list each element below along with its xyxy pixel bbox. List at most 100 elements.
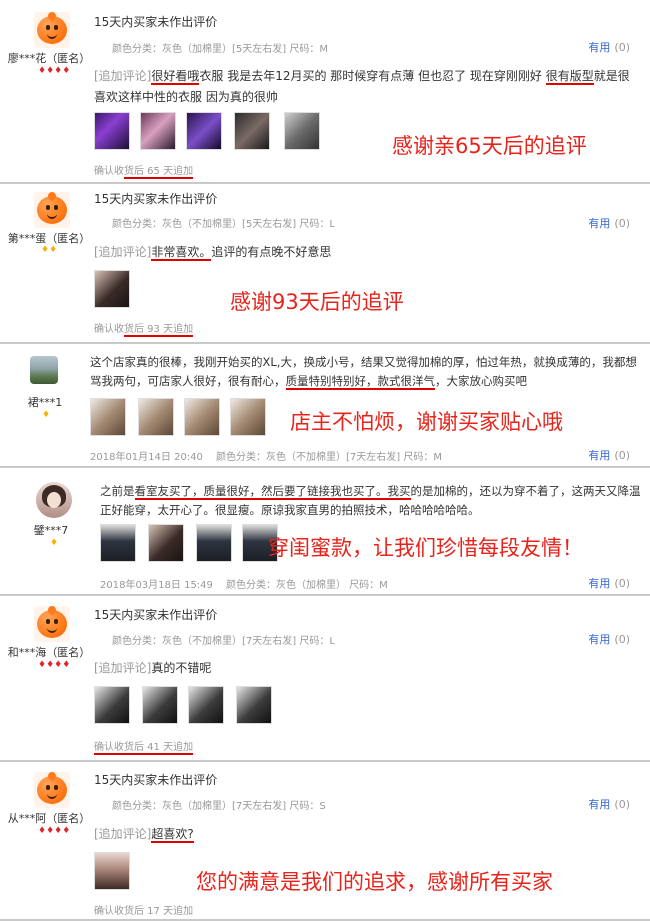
promo-slogan: 感谢亲65天后的追评 <box>392 134 587 158</box>
helpful-count: (0) <box>614 798 630 811</box>
helpful-count: (0) <box>614 577 630 590</box>
username[interactable]: 廖***花（匿名） <box>4 50 94 66</box>
confirm-info: 确认收货后 93 天追加 <box>94 324 194 337</box>
helpful-button[interactable]: 有用 (0) <box>588 575 630 591</box>
review-card: 廖***花（匿名） ♦♦♦♦ 15天内买家未作出评价 颜色分类：灰色（加棉里）[… <box>0 0 650 184</box>
review-status: 15天内买家未作出评价 <box>94 15 218 29</box>
append-text: 真的不错呢 <box>151 661 212 675</box>
review-text: 这个店家真的很棒，我刚开始买的XL,大，换成小号，结果又觉得加棉的厚，怕过年热，… <box>90 355 637 390</box>
review-photo[interactable] <box>196 524 232 562</box>
review-photo[interactable] <box>90 398 126 436</box>
username[interactable]: 从***阿（匿名） <box>4 810 94 826</box>
highlight-text: 质量特别特别好，款式很洋气 <box>285 374 435 390</box>
gold-diamond-icon: ♦ <box>50 538 59 548</box>
review-photo[interactable] <box>236 686 272 724</box>
helpful-button[interactable]: 有用 (0) <box>588 215 630 231</box>
review-card: 鐾***7 ♦ 之前是看室友买了，质量很好，然后要了链接我也买了。我买的是加棉的… <box>0 468 650 596</box>
review-photo[interactable] <box>94 686 130 724</box>
helpful-button[interactable]: 有用 (0) <box>588 631 630 647</box>
review-photo[interactable] <box>188 686 224 724</box>
promo-slogan: 穿闺蜜款，让我们珍惜每段友情！ <box>268 536 583 560</box>
highlight-text: 看室友买了，质量很好，然后要了链接我也买了。 <box>134 484 388 500</box>
helpful-label[interactable]: 有用 <box>588 577 610 590</box>
red-diamond-icon: ♦♦♦♦ <box>38 826 71 836</box>
taobao-avatar[interactable] <box>34 192 70 228</box>
gold-diamond-icon: ♦♦ <box>41 245 58 255</box>
review-photo[interactable] <box>94 852 130 890</box>
username[interactable]: 和***海（匿名） <box>4 644 94 660</box>
review-photo[interactable] <box>94 112 130 150</box>
scenery-avatar[interactable] <box>30 356 58 384</box>
helpful-label[interactable]: 有用 <box>588 449 610 462</box>
review-photo[interactable] <box>100 524 136 562</box>
review-status: 15天内买家未作出评价 <box>94 773 218 787</box>
append-tag: [追加评论] <box>94 661 152 675</box>
append-tag: [追加评论] <box>94 827 152 841</box>
username[interactable]: 鐾***7 <box>6 522 96 538</box>
sku-info: 颜色分类：灰色（加棉里）[5天左右发] 尺码：M <box>112 44 328 55</box>
girl-avatar[interactable] <box>36 482 72 518</box>
review-card: 和***海（匿名） ♦♦♦♦ 15天内买家未作出评价 颜色分类：灰色（不加棉里）… <box>0 596 650 762</box>
append-review: [追加评论]非常喜欢。追评的有点晚不好意思 <box>94 242 639 263</box>
taobao-avatar[interactable] <box>34 772 70 808</box>
review-status: 15天内买家未作出评价 <box>94 192 218 206</box>
helpful-label[interactable]: 有用 <box>588 217 610 230</box>
highlight-text: 非常喜欢。 <box>151 245 212 261</box>
sku-info: 颜色分类：灰色（加棉里） 尺码：M <box>226 580 388 591</box>
taobao-avatar[interactable] <box>34 606 70 642</box>
promo-slogan: 您的满意是我们的追求，感谢所有买家 <box>196 870 553 894</box>
review-text: 之前是看室友买了，质量很好，然后要了链接我也买了。我买的是加棉的，还以为穿不着了… <box>100 484 641 517</box>
helpful-count: (0) <box>614 217 630 230</box>
taobao-avatar[interactable] <box>34 12 70 48</box>
sku-info: 颜色分类：灰色（不加棉里）[5天左右发] 尺码：L <box>112 219 335 230</box>
sku-info: 颜色分类：灰色（加棉里）[7天左右发] 尺码：S <box>112 801 326 812</box>
helpful-count: (0) <box>614 633 630 646</box>
highlight-text: 超喜欢? <box>151 827 194 843</box>
helpful-label[interactable]: 有用 <box>588 798 610 811</box>
review-photo[interactable] <box>186 112 222 150</box>
helpful-count: (0) <box>614 41 630 54</box>
append-review: [追加评论]真的不错呢 <box>94 658 639 679</box>
helpful-button[interactable]: 有用 (0) <box>588 447 630 463</box>
helpful-label[interactable]: 有用 <box>588 633 610 646</box>
helpful-count: (0) <box>614 449 630 462</box>
promo-slogan: 店主不怕烦，谢谢买家贴心哦 <box>290 410 563 434</box>
review-photo[interactable] <box>184 398 220 436</box>
highlight-text: 很有版型 <box>545 69 594 85</box>
helpful-button[interactable]: 有用 (0) <box>588 796 630 812</box>
promo-slogan: 感谢93天后的追评 <box>230 290 404 314</box>
review-photo[interactable] <box>140 112 176 150</box>
confirm-info: 确认收货后 17 天追加 <box>94 906 194 917</box>
confirm-info: 确认收货后 41 天追加 <box>94 742 194 755</box>
review-photo[interactable] <box>94 270 130 308</box>
helpful-label[interactable]: 有用 <box>588 41 610 54</box>
review-photo[interactable] <box>234 112 270 150</box>
red-diamond-icon: ♦♦♦♦ <box>38 66 71 76</box>
review-date: 2018年01月14日 20:40 <box>90 452 203 463</box>
confirm-info: 确认收货后 65 天追加 <box>94 166 194 179</box>
helpful-button[interactable]: 有用 (0) <box>588 39 630 55</box>
review-status: 15天内买家未作出评价 <box>94 608 218 622</box>
append-text: 衣服 我是去年12月买的 那时候穿有点薄 但也忍了 现在穿刚刚好 <box>199 69 546 83</box>
append-text: 追评的有点晚不好意思 <box>211 245 332 259</box>
username[interactable]: 裙***1 <box>0 394 90 410</box>
review-card: 裙***1 ♦ 这个店家真的很棒，我刚开始买的XL,大，换成小号，结果又觉得加棉… <box>0 344 650 468</box>
review-photo[interactable] <box>230 398 266 436</box>
append-tag: [追加评论] <box>94 245 152 259</box>
append-tag: [追加评论] <box>94 69 152 83</box>
highlight-text: 很好看哦 <box>151 69 200 85</box>
review-date: 2018年03月18日 15:49 <box>100 580 213 591</box>
review-photo[interactable] <box>284 112 320 150</box>
review-photo[interactable] <box>148 524 184 562</box>
sku-info: 颜色分类：灰色（不加棉里）[7天左右发] 尺码：L <box>112 636 335 647</box>
gold-diamond-icon: ♦ <box>42 410 51 420</box>
review-card: 从***阿（匿名） ♦♦♦♦ 15天内买家未作出评价 颜色分类：灰色（加棉里）[… <box>0 762 650 921</box>
append-review: [追加评论]超喜欢? <box>94 824 639 845</box>
red-diamond-icon: ♦♦♦♦ <box>38 660 71 670</box>
review-photo[interactable] <box>138 398 174 436</box>
review-card: 第***蛋（匿名） ♦♦ 15天内买家未作出评价 颜色分类：灰色（不加棉里）[5… <box>0 184 650 344</box>
username[interactable]: 第***蛋（匿名） <box>4 230 94 246</box>
review-photo[interactable] <box>142 686 178 724</box>
append-review: [追加评论]很好看哦衣服 我是去年12月买的 那时候穿有点薄 但也忍了 现在穿刚… <box>94 66 639 108</box>
sku-info: 颜色分类：灰色（不加棉里）[7天左右发] 尺码：M <box>216 452 442 463</box>
